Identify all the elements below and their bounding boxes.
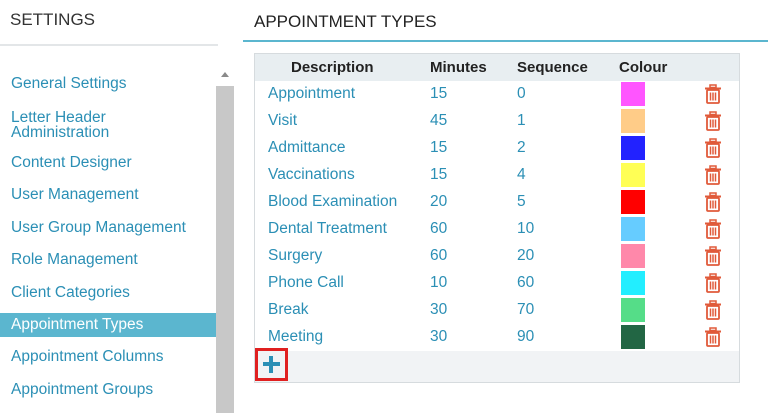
row-minutes[interactable]: 60 [430,220,447,238]
row-minutes[interactable]: 15 [430,85,447,103]
sidebar-item-client-categories[interactable]: Client Categories [0,277,216,310]
sidebar-item-appointment-groups[interactable]: Appointment Groups [0,374,216,407]
colour-swatch[interactable] [621,82,645,106]
row-sequence[interactable]: 0 [517,85,526,103]
trash-icon[interactable] [704,111,722,131]
row-sequence[interactable]: 60 [517,274,534,292]
table-row: Dental Treatment 60 10 [255,216,739,243]
sidebar-item-general-settings[interactable]: General Settings [0,68,216,101]
trash-icon[interactable] [704,219,722,239]
row-description-link[interactable]: Dental Treatment [268,220,387,238]
trash-icon[interactable] [704,246,722,266]
trash-icon[interactable] [704,165,722,185]
row-description-link[interactable]: Admittance [268,139,346,157]
sidebar-title: SETTINGS [10,10,96,29]
table-row: Surgery 60 20 [255,243,739,270]
sidebar-item-appointment-types[interactable]: Appointment Types [0,313,216,337]
plus-icon-bar [263,362,280,366]
sidebar-item-user-management[interactable]: User Management [0,179,216,212]
row-minutes[interactable]: 20 [430,193,447,211]
row-minutes[interactable]: 30 [430,328,447,346]
row-minutes[interactable]: 30 [430,301,447,319]
row-sequence[interactable]: 2 [517,139,526,157]
trash-icon[interactable] [704,84,722,104]
sidebar-item-role-management[interactable]: Role Management [0,244,216,277]
colour-swatch[interactable] [621,325,645,349]
row-sequence[interactable]: 70 [517,301,534,319]
trash-icon[interactable] [704,327,722,347]
row-sequence[interactable]: 20 [517,247,534,265]
row-minutes[interactable]: 15 [430,139,447,157]
row-description-link[interactable]: Meeting [268,328,323,346]
sidebar-item-user-group-management[interactable]: User Group Management [0,212,216,245]
table-footer [255,351,739,382]
trash-icon[interactable] [704,192,722,212]
row-description-link[interactable]: Phone Call [268,274,344,292]
column-header-minutes: Minutes [430,59,487,76]
colour-swatch[interactable] [621,163,645,187]
sidebar-scrollbar-thumb[interactable] [216,86,234,413]
table-row: Admittance 15 2 [255,135,739,162]
table-row: Phone Call 10 60 [255,270,739,297]
row-minutes[interactable]: 10 [430,274,447,292]
row-description-link[interactable]: Appointment [268,85,355,103]
table-row: Blood Examination 20 5 [255,189,739,216]
page-title-divider [243,40,768,42]
colour-swatch[interactable] [621,109,645,133]
colour-swatch[interactable] [621,271,645,295]
column-header-description: Description [291,59,374,76]
trash-icon[interactable] [704,138,722,158]
add-appointment-type-button[interactable] [255,348,288,381]
trash-icon[interactable] [704,300,722,320]
row-sequence[interactable]: 10 [517,220,534,238]
row-description-link[interactable]: Visit [268,112,297,130]
row-sequence[interactable]: 1 [517,112,526,130]
colour-swatch[interactable] [621,136,645,160]
row-description-link[interactable]: Blood Examination [268,193,397,211]
colour-swatch[interactable] [621,217,645,241]
arrow-up-icon[interactable] [221,72,229,77]
appointment-types-table: Description Minutes Sequence Colour Appo… [254,53,740,383]
trash-icon[interactable] [704,273,722,293]
row-minutes[interactable]: 60 [430,247,447,265]
row-sequence[interactable]: 90 [517,328,534,346]
settings-sidebar: SETTINGS General Settings Letter Header … [0,0,234,413]
colour-swatch[interactable] [621,190,645,214]
row-sequence[interactable]: 4 [517,166,526,184]
sidebar-item-letter-header-administration[interactable]: Letter Header Administration [0,101,161,147]
sidebar-item-appointment-columns[interactable]: Appointment Columns [0,341,216,374]
column-header-colour: Colour [619,59,668,76]
row-description-link[interactable]: Break [268,301,309,319]
page-title: APPOINTMENT TYPES [254,12,437,31]
row-sequence[interactable]: 5 [517,193,526,211]
row-minutes[interactable]: 15 [430,166,447,184]
colour-swatch[interactable] [621,244,645,268]
colour-swatch[interactable] [621,298,645,322]
row-description-link[interactable]: Vaccinations [268,166,355,184]
table-row: Vaccinations 15 4 [255,162,739,189]
sidebar-nav: General Settings Letter Header Administr… [0,68,216,406]
table-row: Visit 45 1 [255,108,739,135]
sidebar-item-content-designer[interactable]: Content Designer [0,147,216,180]
row-description-link[interactable]: Surgery [268,247,322,265]
sidebar-title-divider [0,44,218,46]
table-row: Break 30 70 [255,297,739,324]
table-row: Meeting 30 90 [255,324,739,351]
table-row: Appointment 15 0 [255,81,739,108]
table-header: Description Minutes Sequence Colour [255,54,739,81]
column-header-sequence: Sequence [517,59,588,76]
row-minutes[interactable]: 45 [430,112,447,130]
